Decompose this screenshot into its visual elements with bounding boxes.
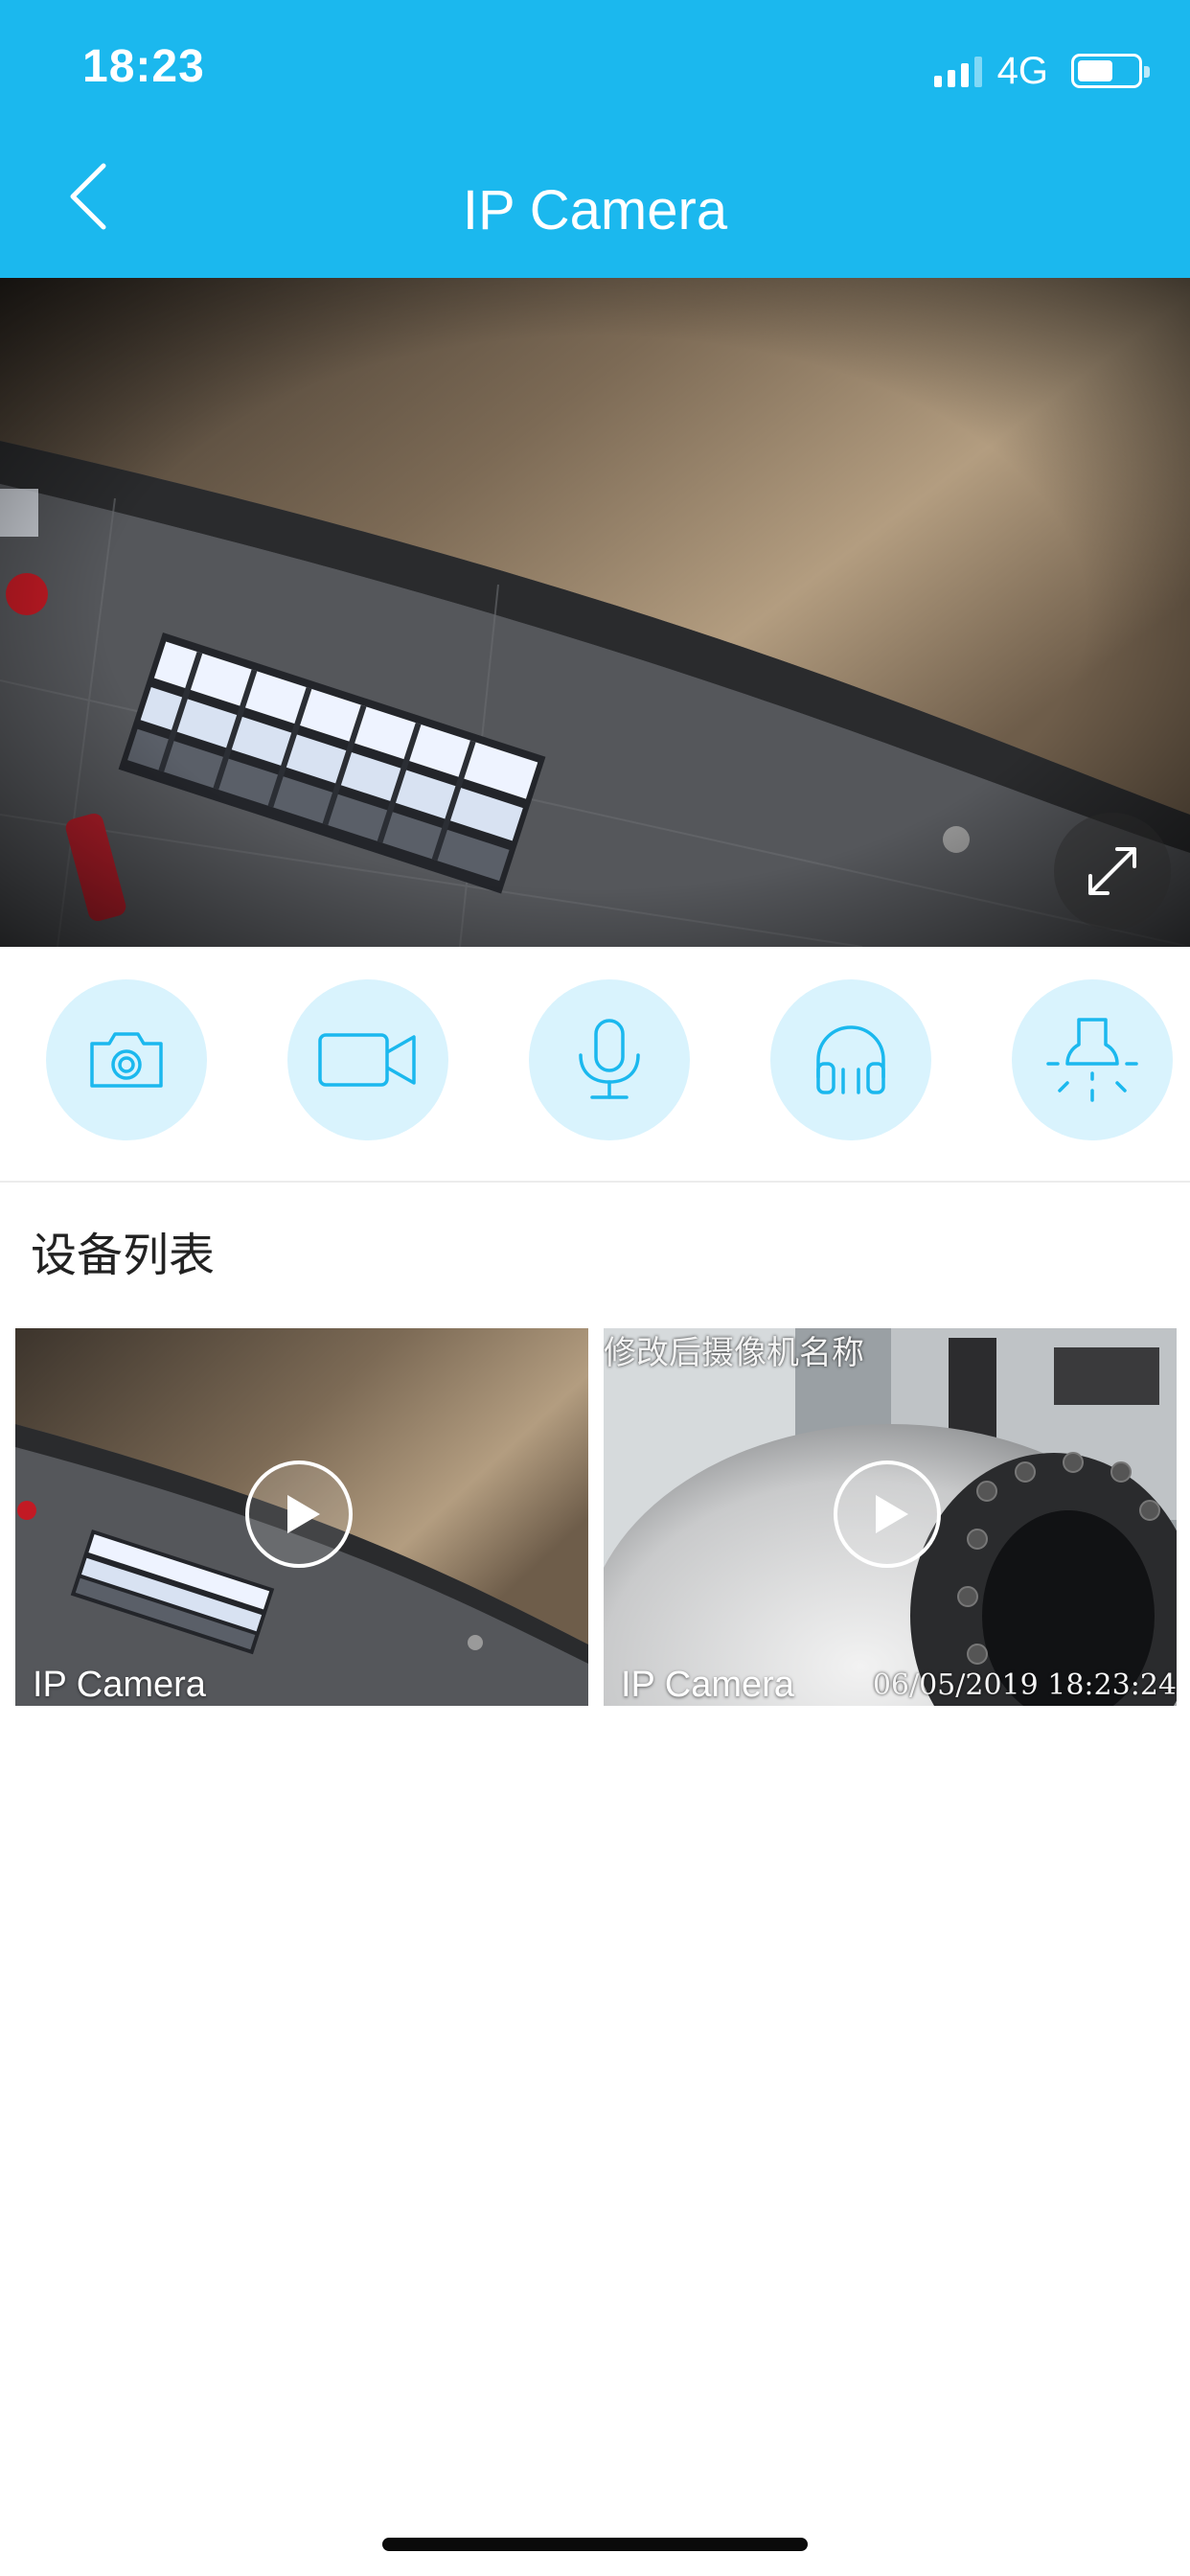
record-button[interactable]	[287, 979, 448, 1140]
live-video-frame	[0, 278, 1190, 947]
device-list-title: 设备列表	[31, 1229, 216, 1282]
device-card[interactable]: IP Camera	[15, 1328, 588, 1706]
listen-button[interactable]	[770, 979, 931, 1140]
play-icon	[245, 1460, 353, 1568]
osd-timestamp: 06/05/2019 18:23:24	[872, 1668, 1177, 1702]
osd-camera-name: 修改后摄像机名称	[604, 1334, 864, 1372]
app-header: 18:23 4G IP Camera	[0, 0, 1190, 278]
microphone-icon	[579, 1019, 640, 1099]
camera-icon	[90, 1032, 163, 1088]
light-bulb-icon	[1046, 1018, 1138, 1102]
device-name: IP Camera	[33, 1665, 206, 1705]
device-name: IP Camera	[621, 1665, 794, 1705]
live-video-view[interactable]	[0, 278, 1190, 947]
control-bar	[0, 947, 1190, 1181]
signal-icon	[933, 55, 982, 87]
video-icon	[318, 1033, 416, 1087]
status-indicators: 4G	[933, 48, 1150, 94]
light-button[interactable]	[1012, 979, 1173, 1140]
play-icon	[834, 1460, 941, 1568]
fullscreen-button[interactable]	[1054, 813, 1171, 930]
headphones-icon	[816, 1025, 885, 1094]
expand-icon	[1088, 847, 1136, 895]
divider	[0, 1181, 1190, 1183]
status-time: 18:23	[82, 41, 205, 92]
snapshot-button[interactable]	[46, 979, 207, 1140]
page-title: IP Camera	[462, 179, 728, 242]
device-card[interactable]: 修改后摄像机名称 IP Camera 06/05/2019 18:23:24	[604, 1328, 1177, 1706]
battery-icon	[1071, 54, 1150, 88]
talk-button[interactable]	[529, 979, 690, 1140]
home-indicator[interactable]	[382, 2538, 808, 2551]
network-type: 4G	[996, 49, 1048, 92]
